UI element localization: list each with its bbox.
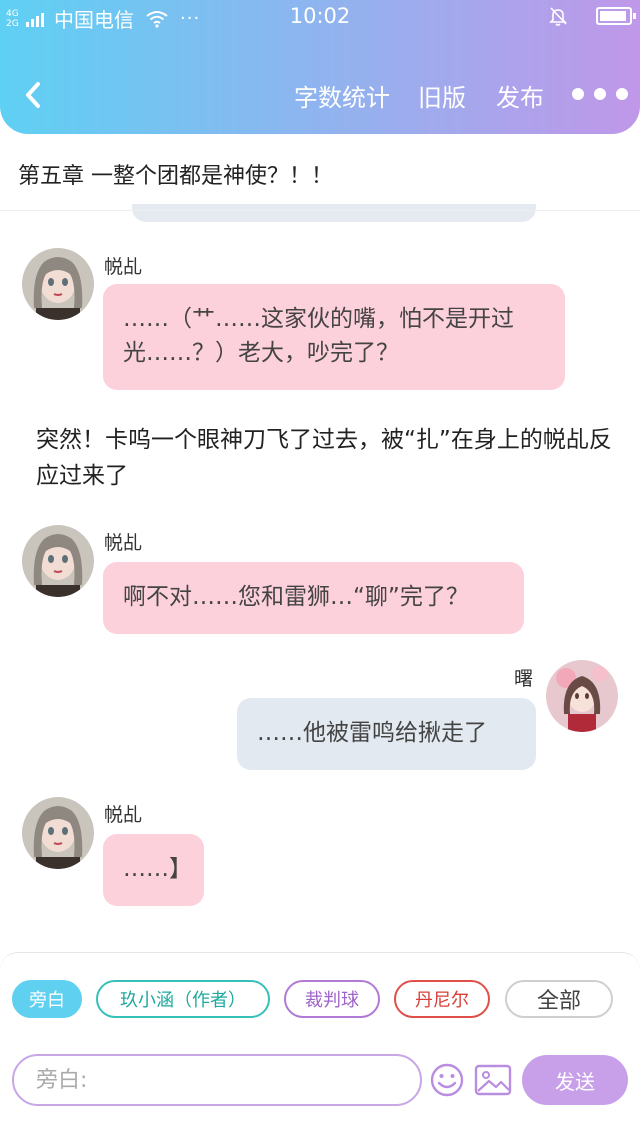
publish-button[interactable]: 发布: [496, 78, 544, 113]
send-button[interactable]: 发送: [522, 1055, 628, 1105]
previous-bubble: [132, 204, 536, 222]
status-bar: 4G 2G 中国电信 ··· 10:02: [0, 0, 640, 34]
narration-text[interactable]: 突然！卡呜一个眼神刀飞了过去，被“扎”在身上的帨乩反应过来了: [36, 422, 616, 494]
role-chip-danier[interactable]: 丹尼尔: [394, 980, 490, 1018]
sender-name: 帨乩: [104, 804, 143, 826]
divider: [0, 210, 640, 211]
old-version-button[interactable]: 旧版: [418, 78, 466, 113]
role-chip-referee[interactable]: 裁判球: [284, 980, 380, 1018]
emoji-icon[interactable]: [429, 1062, 465, 1098]
message-bubble[interactable]: ……】: [103, 834, 204, 906]
more-options-icon[interactable]: [572, 88, 628, 100]
message-bubble[interactable]: ……（艹……这家伙的嘴，怕不是开过光……？）老大，吵完了？: [103, 284, 565, 390]
avatar[interactable]: [22, 525, 94, 597]
chapter-title: 第五章 一整个团都是神使？！！: [18, 164, 333, 189]
back-icon[interactable]: [20, 78, 50, 112]
sender-name: 帨乩: [104, 532, 143, 554]
image-icon[interactable]: [474, 1064, 512, 1096]
clock: 10:02: [289, 4, 351, 28]
avatar[interactable]: [546, 660, 618, 732]
battery-icon: [596, 7, 636, 25]
bell-muted-icon: [549, 7, 567, 26]
message-bubble[interactable]: ……他被雷鸣给揪走了: [237, 698, 536, 770]
role-chip-all[interactable]: 全部: [505, 980, 613, 1018]
message-input-wrapper[interactable]: [12, 1054, 422, 1106]
avatar[interactable]: [22, 797, 94, 869]
role-chip-author[interactable]: 玖小涵（作者）: [96, 980, 270, 1018]
message-bubble[interactable]: 啊不对……您和雷狮…“聊”完了？: [103, 562, 524, 634]
avatar[interactable]: [22, 248, 94, 320]
role-chip-narration[interactable]: 旁白: [12, 980, 82, 1018]
header-bar: 4G 2G 中国电信 ··· 10:02 字数统计 旧版 发布: [0, 0, 640, 134]
message-input[interactable]: [36, 1067, 406, 1093]
sender-name: 曙: [514, 668, 534, 690]
sender-name: 帨乩: [104, 256, 143, 278]
word-count-button[interactable]: 字数统计: [294, 78, 390, 113]
